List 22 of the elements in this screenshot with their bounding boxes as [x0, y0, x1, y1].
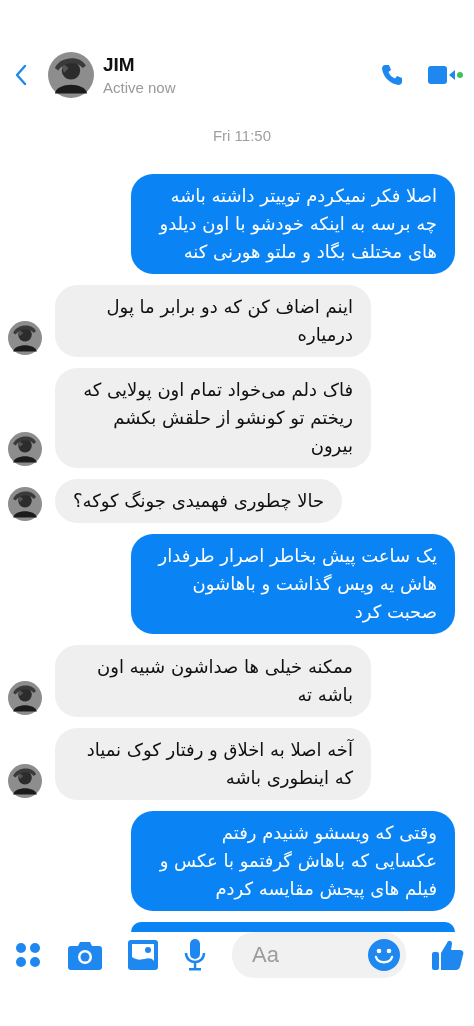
thumbs-up-icon[interactable] — [432, 939, 464, 971]
message-bubble: آخه اصلا به اخلاق و رفتار کوک نمیاد که اینطوری باشه — [55, 728, 371, 800]
message-bubble: فاک دلم می‌خواد تمام اون پولایی که ریختم تو کونشو از حلقش بکشم بیرون — [55, 368, 371, 468]
contact-name: JIM — [103, 54, 136, 76]
back-icon[interactable] — [14, 63, 28, 87]
message-input[interactable]: Aa — [250, 941, 368, 969]
message-bubble: یک ساعت پیش بخاطر اصرار طرفدار هاش یه ویس گذاشت و باهاشون صحبت کرد — [131, 534, 455, 634]
message-bubble: اینم اضاف کن که دو برابر ما پول درمیاره — [55, 285, 371, 357]
video-camera-icon[interactable] — [428, 65, 464, 85]
image-icon[interactable] — [128, 940, 158, 970]
message-bubble: حالا چطوری فهمیدی جونگ کوکه؟ — [55, 479, 343, 523]
phone-icon[interactable] — [380, 63, 404, 87]
message-bubble: ممکنه خیلی ها صداشون شبیه اون باشه ته — [55, 645, 371, 717]
message-bubble: وقتی که ویسشو شنیدم رفتم عکسایی که باهاش گرفتمو با عکس و فیلم های پیجش مقایسه کردم — [131, 811, 455, 911]
apps-icon[interactable] — [14, 941, 42, 969]
active-status: Active now — [103, 79, 176, 96]
message-field[interactable]: Aa — [232, 932, 406, 978]
timestamp: Fri 11:50 — [211, 127, 273, 144]
camera-icon[interactable] — [68, 940, 102, 970]
message-bubble: اصلا فکر نمیکردم توییتر داشته باشه چه برسه به اینکه خودشو با اون دیلدو های مختلف بگاد و ملتو هورنی کنه — [131, 174, 455, 274]
microphone-icon[interactable] — [184, 939, 206, 971]
smiley-icon[interactable] — [368, 939, 400, 971]
